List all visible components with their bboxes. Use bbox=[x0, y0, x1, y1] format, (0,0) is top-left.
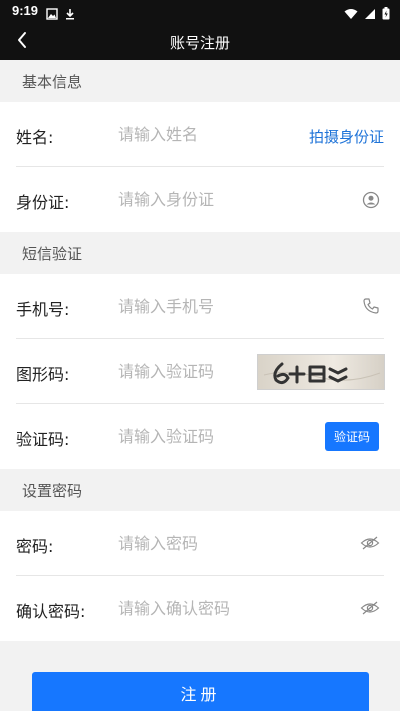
download-icon bbox=[64, 5, 76, 24]
wifi-icon bbox=[344, 5, 358, 24]
name-label: 姓名: bbox=[16, 128, 54, 147]
id-card-row: 身份证: bbox=[0, 167, 400, 232]
captcha-image[interactable] bbox=[257, 354, 385, 390]
status-right-icons bbox=[344, 5, 390, 24]
section-set-password: 设置密码 bbox=[0, 469, 400, 511]
password-row: 密码: bbox=[0, 511, 400, 576]
signal-icon bbox=[364, 5, 376, 24]
sms-code-input[interactable] bbox=[118, 422, 268, 450]
captcha-input[interactable] bbox=[118, 357, 248, 385]
confirm-password-label: 确认密码: bbox=[16, 602, 86, 621]
status-bar: 9:19 bbox=[0, 0, 400, 24]
eye-hidden-icon[interactable] bbox=[360, 534, 380, 552]
person-circle-icon[interactable] bbox=[362, 191, 380, 209]
password-label: 密码: bbox=[16, 537, 54, 556]
section-sms-verify: 短信验证 bbox=[0, 232, 400, 274]
phone-icon bbox=[362, 297, 380, 315]
register-button[interactable]: 注册 bbox=[32, 672, 369, 711]
sms-code-row: 验证码: 验证码 bbox=[0, 404, 400, 469]
captcha-row: 图形码: bbox=[0, 339, 400, 404]
image-icon bbox=[46, 5, 58, 24]
id-card-input[interactable] bbox=[118, 185, 288, 213]
password-input[interactable] bbox=[118, 529, 288, 557]
eye-hidden-icon[interactable] bbox=[360, 599, 380, 617]
phone-input[interactable] bbox=[118, 292, 288, 320]
sms-code-label: 验证码: bbox=[16, 430, 70, 449]
confirm-password-row: 确认密码: bbox=[0, 576, 400, 641]
send-sms-code-button[interactable]: 验证码 bbox=[325, 422, 379, 451]
phone-label: 手机号: bbox=[16, 300, 70, 319]
section-title: 设置密码 bbox=[22, 482, 83, 500]
section-title: 短信验证 bbox=[22, 245, 83, 263]
section-basic-info: 基本信息 bbox=[0, 60, 400, 102]
status-left-icons bbox=[46, 5, 76, 24]
name-input[interactable] bbox=[118, 120, 288, 148]
id-card-label: 身份证: bbox=[16, 193, 70, 212]
confirm-password-input[interactable] bbox=[118, 594, 288, 622]
battery-icon bbox=[382, 5, 390, 24]
section-title: 基本信息 bbox=[22, 73, 83, 91]
nav-bar: 账号注册 bbox=[0, 24, 400, 60]
page-title: 账号注册 bbox=[169, 34, 230, 52]
name-row: 姓名: 拍摄身份证 bbox=[0, 102, 400, 167]
captcha-label: 图形码: bbox=[16, 365, 70, 384]
status-time: 9:19 bbox=[12, 3, 39, 18]
scan-id-card-link[interactable]: 拍摄身份证 bbox=[309, 126, 384, 147]
phone-row: 手机号: bbox=[0, 274, 400, 339]
